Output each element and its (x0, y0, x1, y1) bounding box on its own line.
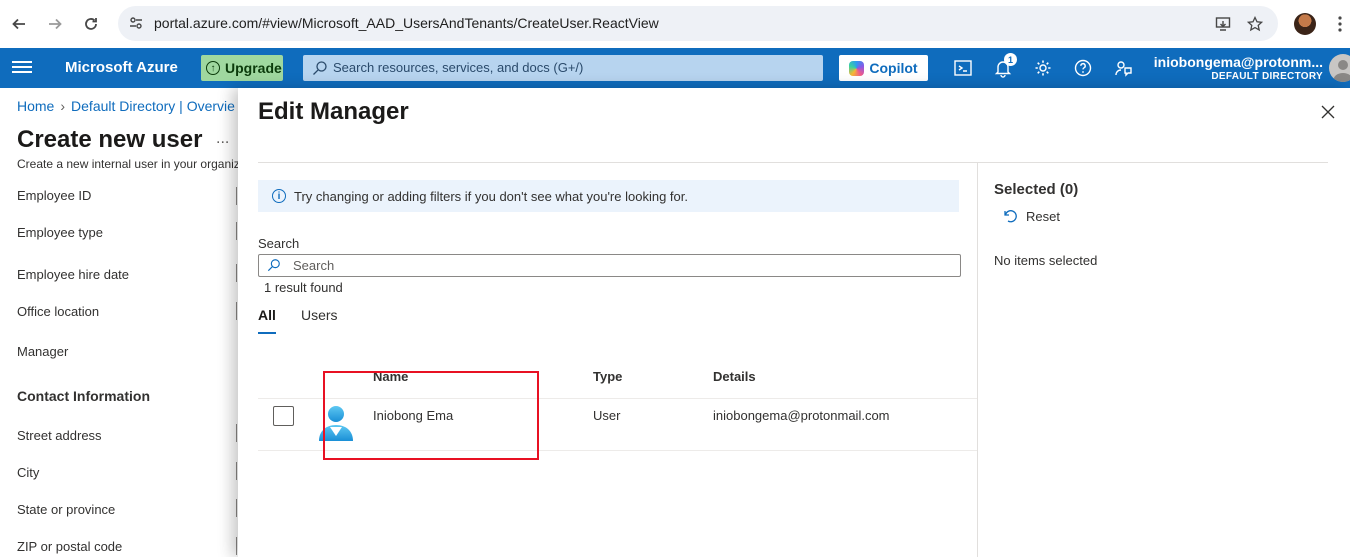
browser-toolbar: portal.azure.com/#view/Microsoft_AAD_Use… (0, 0, 1350, 48)
divider (258, 162, 1328, 163)
cloud-shell-icon[interactable] (953, 58, 973, 78)
field-input-edge[interactable] (236, 187, 237, 205)
url-text[interactable]: portal.azure.com/#view/Microsoft_AAD_Use… (154, 15, 659, 31)
brand-title[interactable]: Microsoft Azure (65, 59, 178, 76)
field-label-manager: Manager (17, 344, 69, 359)
search-icon (313, 61, 327, 75)
result-count: 1 result found (264, 280, 343, 295)
field-label-city: City (17, 465, 40, 480)
gear-icon[interactable] (1033, 58, 1053, 78)
edit-manager-panel: Edit Manager i Try changing or adding fi… (238, 88, 1350, 557)
chevron-right-icon: › (60, 98, 66, 114)
azure-top-bar: Microsoft Azure ↑ Upgrade Search resourc… (0, 48, 1350, 88)
field-label-employee-hire-date: Employee hire date (17, 267, 130, 282)
field-label-employee-id: Employee ID (17, 188, 92, 203)
field-input-edge[interactable] (236, 537, 237, 555)
column-header-details[interactable]: Details (713, 369, 756, 384)
more-options-icon[interactable]: ... (216, 130, 229, 148)
reload-icon[interactable] (79, 12, 103, 36)
notification-badge: 1 (1004, 53, 1017, 66)
tab-all[interactable]: All (258, 307, 276, 323)
upgrade-label: Upgrade (225, 60, 282, 76)
selected-title: Selected (0) (994, 181, 1079, 198)
site-settings-icon[interactable] (128, 15, 144, 31)
breadcrumb-home[interactable]: Home (17, 98, 54, 114)
create-user-page: Home › Default Directory | Overvie Create … (0, 88, 240, 557)
section-heading-contact: Contact Information (17, 388, 150, 404)
field-label-employee-type: Employee type (17, 225, 103, 240)
cell-details: iniobongema@protonmail.com (713, 408, 890, 423)
field-input-edge[interactable] (236, 424, 237, 442)
search-icon (267, 259, 280, 272)
address-bar[interactable]: portal.azure.com/#view/Microsoft_AAD_Use… (118, 6, 1278, 41)
field-input-edge[interactable] (236, 222, 237, 240)
row-checkbox[interactable] (273, 406, 294, 426)
undo-icon (1004, 210, 1017, 223)
breadcrumb: Home › Default Directory | Overvie (17, 98, 235, 114)
close-icon[interactable] (1320, 104, 1336, 120)
info-banner-text: Try changing or adding filters if you do… (294, 188, 688, 204)
account-directory: DEFAULT DIRECTORY (1211, 71, 1323, 82)
column-header-type[interactable]: Type (593, 369, 622, 384)
back-arrow-icon[interactable] (7, 12, 31, 36)
field-label-street-address: Street address (17, 428, 102, 443)
copilot-button[interactable]: Copilot (839, 55, 928, 81)
reset-label: Reset (1026, 208, 1060, 224)
field-input-edge[interactable] (236, 264, 237, 282)
install-app-icon[interactable] (1213, 14, 1233, 34)
active-tab-indicator (258, 332, 276, 334)
arrow-up-icon: ↑ (206, 61, 220, 75)
search-box[interactable] (258, 254, 961, 277)
page-title: Create new user (17, 126, 203, 153)
copilot-label: Copilot (869, 60, 918, 76)
field-input-edge[interactable] (236, 499, 237, 517)
global-search-placeholder: Search resources, services, and docs (G+… (333, 60, 584, 75)
help-icon[interactable] (1073, 58, 1093, 78)
account-info[interactable]: iniobongema@protonm... DEFAULT DIRECTORY (1154, 54, 1323, 82)
copilot-icon (849, 60, 865, 76)
hamburger-menu-icon[interactable] (12, 58, 32, 78)
upgrade-button[interactable]: ↑ Upgrade (201, 55, 283, 81)
reset-button[interactable]: Reset (1002, 208, 1060, 224)
browser-profile-avatar[interactable] (1294, 13, 1316, 35)
tab-users[interactable]: Users (301, 307, 338, 323)
account-email: iniobongema@protonm... (1153, 54, 1323, 70)
search-input[interactable] (293, 257, 953, 274)
field-label-office-location: Office location (17, 304, 100, 319)
page-subtitle: Create a new internal user in your organ… (17, 157, 240, 171)
breadcrumb-default-directory[interactable]: Default Directory | Overvie (71, 98, 235, 114)
search-label: Search (258, 236, 300, 251)
field-input-edge[interactable] (236, 302, 237, 320)
browser-menu-icon[interactable] (1332, 12, 1348, 36)
info-icon: i (272, 189, 286, 203)
field-label-zip: ZIP or postal code (17, 539, 123, 554)
divider-vertical (977, 163, 978, 557)
account-avatar[interactable] (1329, 54, 1350, 82)
global-search-input[interactable]: Search resources, services, and docs (G+… (303, 55, 823, 81)
feedback-icon[interactable] (1113, 58, 1133, 78)
bookmark-star-icon[interactable] (1245, 14, 1265, 34)
info-banner: i Try changing or adding filters if you … (258, 180, 959, 212)
cell-type: User (593, 408, 621, 423)
no-items-text: No items selected (994, 253, 1098, 268)
red-highlight-box (323, 371, 539, 460)
field-label-state: State or province (17, 502, 116, 517)
panel-title: Edit Manager (258, 98, 409, 125)
field-input-edge[interactable] (236, 462, 237, 480)
forward-arrow-icon[interactable] (43, 12, 67, 36)
